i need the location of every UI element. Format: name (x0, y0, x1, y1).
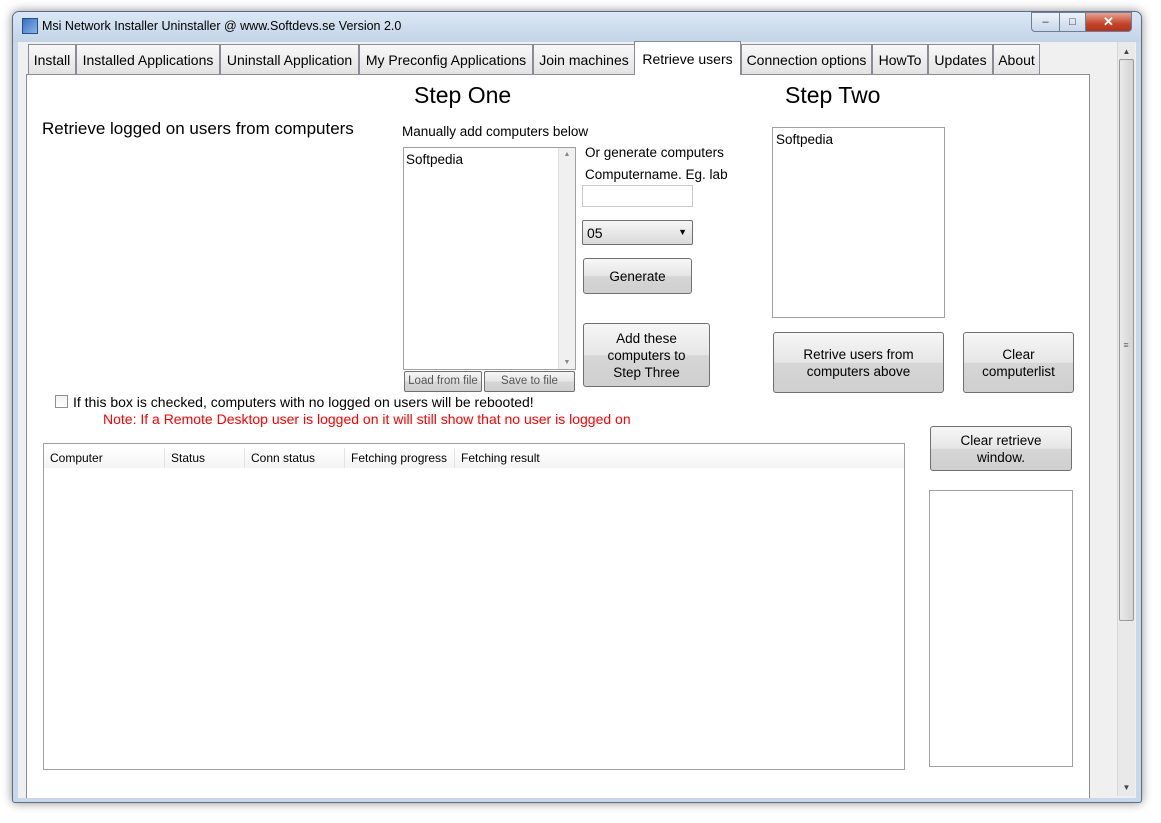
reboot-checkbox[interactable] (55, 395, 68, 408)
step-one-heading: Step One (414, 82, 512, 108)
close-icon: ✕ (1103, 14, 1114, 29)
tab-my-preconfig-applications[interactable]: My Preconfig Applications (359, 44, 533, 74)
list-item[interactable]: Softpedia (406, 152, 463, 167)
log-textbox[interactable] (929, 490, 1073, 767)
grip-icon: ≡ (1123, 340, 1129, 350)
tab-about[interactable]: About (993, 44, 1040, 74)
retrieve-users-button[interactable]: Retrive users from computers above (773, 332, 944, 393)
chevron-down-icon: ▼ (678, 227, 687, 237)
computername-input[interactable] (582, 185, 693, 207)
tab-uninstall-application[interactable]: Uninstall Application (220, 44, 359, 74)
add-to-step-three-button[interactable]: Add these computers to Step Three (583, 323, 710, 387)
tab-join-machines[interactable]: Join machines (533, 44, 635, 74)
scroll-down-icon[interactable]: ▼ (1119, 779, 1134, 795)
tab-howto[interactable]: HowTo (872, 44, 928, 74)
load-from-file-button[interactable]: Load from file (404, 371, 482, 392)
remote-desktop-note: Note: If a Remote Desktop user is logged… (103, 411, 631, 427)
column-header-conn-status[interactable]: Conn status (245, 448, 345, 468)
tab-updates[interactable]: Updates (928, 44, 993, 74)
column-header-status[interactable]: Status (165, 448, 245, 468)
count-select-value: 05 (587, 225, 603, 241)
scroll-up-icon[interactable]: ▲ (559, 151, 575, 158)
tab-install[interactable]: Install (28, 44, 76, 74)
tab-connection-options[interactable]: Connection options (741, 44, 872, 74)
tab-installed-applications[interactable]: Installed Applications (76, 44, 220, 74)
minimize-button[interactable]: ‒ (1031, 12, 1060, 32)
column-header-fetching-result[interactable]: Fetching result (455, 448, 904, 468)
scroll-up-icon[interactable]: ▲ (1119, 43, 1134, 59)
reboot-checkbox-label[interactable]: If this box is checked, computers with n… (73, 394, 534, 410)
scroll-down-icon[interactable]: ▼ (559, 359, 575, 366)
list-scrollbar[interactable]: ▲ ▼ (558, 148, 575, 369)
save-to-file-button[interactable]: Save to file (484, 371, 575, 392)
count-select[interactable]: 05 ▼ (582, 220, 693, 245)
description-label: Retrieve logged on users from computers (42, 119, 354, 138)
window-title: Msi Network Installer Uninstaller @ www.… (42, 19, 402, 33)
generate-button[interactable]: Generate (583, 258, 692, 294)
list-item[interactable]: Softpedia (776, 132, 833, 147)
clear-computerlist-button[interactable]: Clear computerlist (963, 332, 1074, 393)
column-header-fetching-progress[interactable]: Fetching progress (345, 448, 455, 468)
app-icon[interactable] (22, 18, 38, 34)
manual-computers-list[interactable]: Softpedia ▲ ▼ (403, 147, 576, 370)
results-listview[interactable] (43, 443, 905, 770)
maximize-button[interactable]: □ (1059, 12, 1086, 32)
generate-label: Or generate computers (585, 145, 724, 160)
tab-retrieve-users[interactable]: Retrieve users (634, 41, 741, 75)
column-header-computer[interactable]: Computer (44, 448, 165, 468)
clear-retrieve-window-button[interactable]: Clear retrieve window. (930, 426, 1072, 471)
step-two-heading: Step Two (785, 82, 881, 108)
manual-add-label: Manually add computers below (402, 124, 589, 139)
step-two-computers-list[interactable]: Softpedia (772, 127, 945, 318)
computername-label: Computername. Eg. lab (585, 167, 728, 182)
close-button[interactable]: ✕ (1085, 12, 1132, 32)
minimize-icon: ‒ (1042, 16, 1049, 28)
maximize-icon: □ (1069, 16, 1076, 28)
